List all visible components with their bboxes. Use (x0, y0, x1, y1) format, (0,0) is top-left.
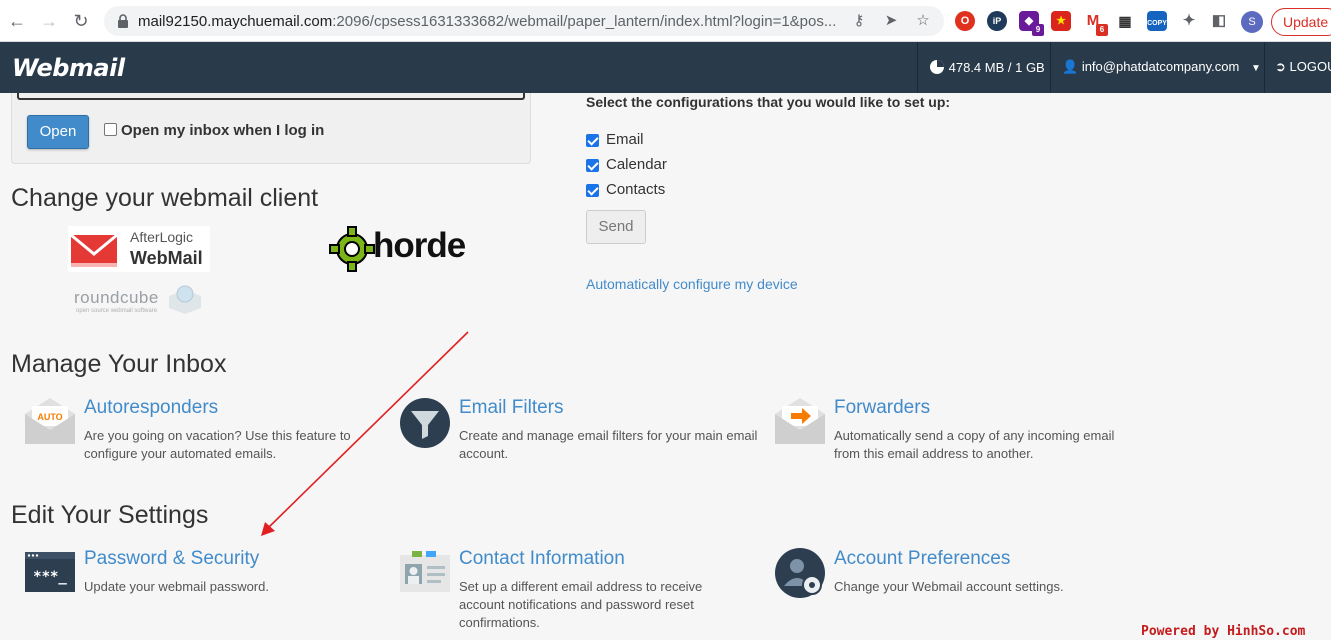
forwarder-icon[interactable] (775, 398, 825, 444)
account-preferences-link[interactable]: Account Preferences (834, 548, 1010, 570)
gem-extension-icon[interactable]: ◆ 9 (1019, 11, 1044, 36)
autoresponder-icon[interactable]: AUTO (25, 398, 75, 444)
email-filters-link[interactable]: Email Filters (459, 397, 564, 419)
contact-information-desc: Set up a different email address to rece… (459, 579, 703, 630)
client-select[interactable] (17, 93, 525, 100)
email-checkbox[interactable] (586, 134, 599, 147)
contacts-label: Contacts (606, 181, 666, 198)
profile-avatar[interactable]: S (1241, 11, 1263, 33)
email-label: Email (606, 131, 644, 148)
account-preferences-icon[interactable] (775, 548, 825, 598)
configure-heading: Select the configurations that you would… (586, 94, 951, 110)
webmail-logo[interactable]: Webmail (12, 54, 125, 82)
autoresponders-link[interactable]: Autoresponders (84, 397, 218, 419)
afterlogic-text: AfterLogic (130, 229, 194, 245)
contacts-checkbox[interactable] (586, 184, 599, 197)
horde-gear-icon (329, 226, 375, 272)
header-divider (917, 42, 918, 93)
password-security-icon[interactable]: ***_ (25, 552, 75, 592)
contact-information-link[interactable]: Contact Information (459, 548, 625, 570)
forwarders-link[interactable]: Forwarders (834, 397, 930, 419)
side-panel-icon[interactable]: ◧ (1209, 11, 1229, 31)
gmail-extension-icon[interactable]: M6 (1083, 11, 1108, 36)
account-preferences-desc: Change your Webmail account settings. (834, 579, 1064, 594)
password-security-link[interactable]: Password & Security (84, 548, 259, 570)
contact-card-icon[interactable] (400, 550, 450, 592)
calendar-label: Calendar (606, 156, 667, 173)
user-menu[interactable]: 👤 info@phatdatcompany.com ▼ (1062, 59, 1261, 75)
address-bar[interactable]: mail92150.maychuemail.com:2096/cpsess163… (104, 6, 944, 36)
logout-link[interactable]: ➲ LOGOUT (1275, 59, 1331, 75)
afterlogic-webmail-logo[interactable]: AfterLogic WebMail (68, 226, 210, 272)
manage-inbox-heading: Manage Your Inbox (11, 350, 227, 378)
webmail-header: Webmail 478.4 MB / 1 GB 👤 info@phatdatco… (0, 42, 1331, 93)
extensions-puzzle-icon[interactable]: ✦ (1179, 11, 1199, 31)
svg-text:AUTO: AUTO (37, 412, 62, 422)
pie-chart-icon (930, 60, 944, 74)
bookmark-star-icon[interactable]: ☆ (914, 12, 932, 30)
user-email: info@phatdatcompany.com (1081, 59, 1240, 74)
ip-extension-icon[interactable]: iP (987, 11, 1007, 31)
open-inbox-checkbox[interactable] (104, 123, 117, 136)
roundcube-logo[interactable]: roundcube open source webmail software (74, 282, 206, 320)
qr-code-icon[interactable]: ▦ (1115, 11, 1135, 31)
user-icon: 👤 (1062, 59, 1079, 74)
watermark-text: Powered by HinhSo.com (1141, 624, 1306, 639)
password-security-desc: Update your webmail password. (84, 579, 269, 594)
back-arrow-icon[interactable]: ← (6, 10, 28, 32)
default-client-panel: Open Open my inbox when I log in (11, 93, 531, 164)
extension-badge: 9 (1032, 24, 1044, 36)
svg-text:***_: ***_ (33, 569, 67, 585)
auto-configure-link[interactable]: Automatically configure my device (586, 276, 798, 292)
webmail-text: WebMail (130, 248, 203, 268)
header-divider (1264, 42, 1265, 93)
lock-icon (118, 14, 128, 28)
browser-toolbar: ← → ↻ mail92150.maychuemail.com:2096/cps… (0, 0, 1331, 42)
roundcube-cube-icon (169, 285, 201, 314)
caret-down-icon: ▼ (1250, 63, 1261, 74)
reload-icon[interactable]: ↻ (70, 10, 92, 32)
opera-extension-icon[interactable]: O (955, 11, 975, 31)
copy-extension-icon[interactable]: COPY (1147, 11, 1167, 31)
vietnam-flag-icon[interactable]: ★ (1051, 11, 1071, 31)
roundcube-subtitle: open source webmail software (76, 308, 158, 314)
roundcube-text: roundcube (74, 288, 159, 307)
open-button[interactable]: Open (27, 115, 89, 149)
email-filters-desc: Create and manage email filters for your… (459, 428, 758, 461)
calendar-checkbox[interactable] (586, 159, 599, 172)
extension-badge: 6 (1096, 24, 1108, 36)
send-button[interactable]: Send (586, 210, 646, 244)
logout-text: LOGOUT (1289, 59, 1331, 74)
edit-settings-heading: Edit Your Settings (11, 501, 209, 529)
url-text: mail92150.maychuemail.com:2096/cpsess163… (138, 13, 837, 30)
horde-logo[interactable]: horde (329, 226, 469, 274)
send-tab-icon[interactable]: ➤ (882, 12, 900, 30)
envelope-icon (70, 233, 118, 267)
forward-arrow-icon[interactable]: → (38, 10, 60, 32)
autoresponders-desc: Are you going on vacation? Use this feat… (84, 428, 351, 461)
disk-usage-text: 478.4 MB / 1 GB (948, 60, 1045, 75)
key-icon[interactable]: ⚷ (850, 12, 868, 30)
copy-label: COPY (1147, 20, 1167, 27)
change-client-heading: Change your webmail client (11, 184, 319, 212)
header-divider (1050, 42, 1051, 93)
disk-usage[interactable]: 478.4 MB / 1 GB (929, 59, 1045, 75)
open-inbox-label: Open my inbox when I log in (121, 122, 325, 139)
horde-text: horde (373, 226, 466, 265)
email-filter-funnel-icon[interactable] (400, 398, 450, 448)
update-button[interactable]: Update (1271, 8, 1331, 36)
logout-icon: ➲ (1275, 59, 1286, 74)
forwarders-desc: Automatically send a copy of any incomin… (834, 428, 1115, 461)
